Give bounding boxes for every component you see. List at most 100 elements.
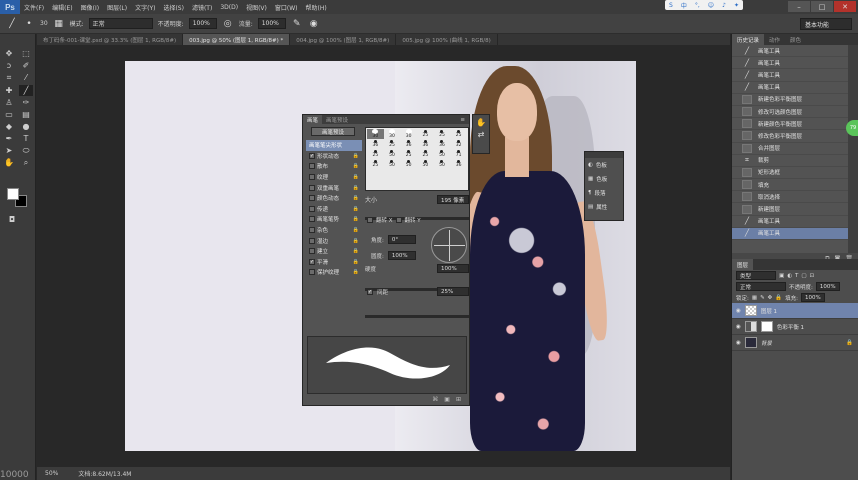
layer-kind-select[interactable]: 类型 <box>736 271 776 280</box>
healing-tool-icon[interactable]: ✚ <box>2 85 16 96</box>
tab-brush[interactable]: 画笔 <box>303 115 323 124</box>
layer-row-layer1[interactable]: ◉ 图层 1 <box>732 303 858 319</box>
lock-icon[interactable]: 🔒 <box>353 238 359 244</box>
menu-view[interactable]: 视图(V) <box>242 3 271 12</box>
lock-icon[interactable]: 🔒 <box>353 206 359 212</box>
doc-tab[interactable]: 005.jpg @ 100% (曲线 1, RGB/8) <box>396 34 498 45</box>
brush-tip[interactable]: 36 <box>417 139 434 149</box>
brush-tip[interactable]: 32 <box>450 139 467 149</box>
spacing-slider[interactable] <box>365 315 469 318</box>
brush-tip[interactable]: 25 <box>367 149 384 159</box>
lock-transparent-icon[interactable]: ▦ <box>752 295 757 301</box>
filter-smart-icon[interactable]: ⊡ <box>810 273 815 279</box>
tab-brush-presets[interactable]: 画笔预设 <box>322 116 352 124</box>
brush-tip[interactable]: 50 <box>434 159 451 169</box>
gradient-tool-icon[interactable]: ▤ <box>19 109 33 120</box>
brush-option-row[interactable]: ✓ 形状动态 🔒 <box>306 151 362 162</box>
filter-shape-icon[interactable]: ▢ <box>801 273 806 279</box>
blend-mode-select[interactable]: 正常 <box>736 282 786 291</box>
menu-help[interactable]: 帮助(H) <box>302 3 331 12</box>
filter-type-icon[interactable]: T <box>795 273 798 279</box>
dock-item-paragraph[interactable]: ¶ 段落 <box>585 186 623 200</box>
history-state[interactable]: 新建色彩平衡图层 <box>732 94 848 106</box>
doc-info[interactable]: 文档:8.62M/13.4M <box>78 469 131 478</box>
brush-option-row[interactable]: 画笔笔尖形状 <box>306 140 362 151</box>
brush-tip[interactable]: 36 <box>367 139 384 149</box>
brush-presets-button[interactable]: 画笔预设 <box>311 127 355 136</box>
history-state[interactable]: 合并图层 <box>732 143 848 155</box>
ime-punct-icon[interactable]: °, <box>695 2 700 9</box>
layer-row-background[interactable]: ◉ 背景 🔒 <box>732 335 858 351</box>
history-state[interactable]: ╱ 画笔工具 <box>732 216 848 228</box>
history-brush-tool-icon[interactable]: ✑ <box>19 97 33 108</box>
brush-tip[interactable]: 36 <box>434 139 451 149</box>
brush-option-row[interactable]: 湿边 🔒 <box>306 235 362 246</box>
angle-field[interactable]: 0° <box>387 235 416 244</box>
brush-option-row[interactable]: 双重画笔 🔒 <box>306 182 362 193</box>
lock-icon[interactable]: 🔒 <box>353 174 359 180</box>
brush-option-checkbox[interactable] <box>309 195 315 202</box>
flip-x-checkbox[interactable] <box>367 217 373 223</box>
pressure-opacity-icon[interactable]: ◎ <box>222 18 234 30</box>
fill-field[interactable]: 100% <box>801 293 825 302</box>
maximize-button[interactable]: □ <box>811 1 833 12</box>
lock-icon[interactable]: 🔒 <box>353 153 359 159</box>
brush-option-checkbox[interactable] <box>309 227 315 234</box>
brush-tip[interactable]: 25 <box>417 129 434 139</box>
brush-option-checkbox[interactable] <box>309 174 315 181</box>
history-state[interactable]: ╱ 画笔工具 <box>732 227 848 240</box>
hand-tool-icon[interactable]: ✋ <box>2 157 16 168</box>
lock-icon[interactable]: 🔒 <box>353 269 359 275</box>
brush-panel-icon[interactable]: ✋ <box>476 118 486 127</box>
close-button[interactable]: ✕ <box>834 1 856 12</box>
brush-tip[interactable]: 25 <box>450 129 467 139</box>
minimize-button[interactable]: – <box>788 1 810 12</box>
lock-all-icon[interactable]: 🔒 <box>775 295 782 301</box>
brush-option-checkbox[interactable] <box>309 269 315 276</box>
brush-option-checkbox[interactable] <box>309 205 315 212</box>
brush-panel-toggle-icon[interactable]: ▦ <box>53 18 65 30</box>
ime-chinese-icon[interactable]: 中 <box>681 1 687 10</box>
create-new-brush-icon[interactable]: ⊞ <box>456 396 461 406</box>
brush-option-row[interactable]: 画笔笔势 🔒 <box>306 214 362 225</box>
move-tool-icon[interactable]: ✥ <box>2 48 16 59</box>
lock-icon[interactable]: 🔒 <box>353 227 359 233</box>
brush-tip[interactable]: 50 <box>434 149 451 159</box>
doc-tab-active[interactable]: 003.jpg @ 50% (图层 1, RGB/8#) * <box>183 34 291 45</box>
menu-file[interactable]: 文件(F) <box>20 3 48 12</box>
menu-3d[interactable]: 3D(D) <box>216 4 242 11</box>
ime-s-icon[interactable]: S <box>669 2 673 9</box>
quick-mask-icon[interactable]: ◘ <box>5 214 19 225</box>
ime-emoji-icon[interactable]: ☺ <box>708 2 714 9</box>
brush-tip[interactable]: 25 <box>367 159 384 169</box>
opacity-field[interactable]: 100% <box>188 18 217 29</box>
pen-tool-icon[interactable]: ✒ <box>2 133 16 144</box>
dodge-tool-icon[interactable]: ● <box>19 121 33 132</box>
layer-opacity-field[interactable]: 100% <box>815 282 840 291</box>
doc-tab[interactable]: 004.jpg @ 100% (图层 1, RGB/8#) <box>290 34 397 45</box>
spacing-field[interactable]: 25% <box>437 287 469 296</box>
tab-actions[interactable]: 动作 <box>764 34 785 45</box>
menu-edit[interactable]: 编辑(E) <box>48 3 76 12</box>
blur-tool-icon[interactable]: ◆ <box>2 121 16 132</box>
history-state[interactable]: 修改可选颜色图层 <box>732 106 848 119</box>
history-state[interactable]: 修改色彩平衡图层 <box>732 130 848 143</box>
marquee-tool-icon[interactable]: ⬚ <box>19 48 33 59</box>
lock-move-icon[interactable]: ✥ <box>768 295 773 301</box>
brush-option-row[interactable]: 传递 🔒 <box>306 204 362 215</box>
doc-tab[interactable]: 布丁码条-001-课堂.psd @ 33.3% (图层 1, RGB/8#) <box>37 34 184 45</box>
brush-tip[interactable]: 30 <box>367 129 384 139</box>
brush-tip[interactable]: 25 <box>384 139 401 149</box>
history-state[interactable]: 取消选择 <box>732 191 848 204</box>
brush-option-row[interactable]: 保护纹理 🔒 <box>306 267 362 278</box>
pressure-size-icon[interactable]: ◉ <box>308 18 320 30</box>
brush-tip[interactable]: 36 <box>400 139 417 149</box>
brush-option-checkbox[interactable]: ✓ <box>309 152 315 159</box>
menu-image[interactable]: 图像(I) <box>77 3 103 12</box>
lock-icon[interactable]: 🔒 <box>353 185 359 191</box>
layer-row-color-balance[interactable]: ◉ 色彩平衡 1 <box>732 319 858 335</box>
brush-option-checkbox[interactable] <box>309 248 315 255</box>
panel-menu-icon[interactable]: ≡ <box>460 117 465 123</box>
angle-roundness-dial[interactable] <box>431 227 467 263</box>
roundness-field[interactable]: 100% <box>387 251 416 260</box>
